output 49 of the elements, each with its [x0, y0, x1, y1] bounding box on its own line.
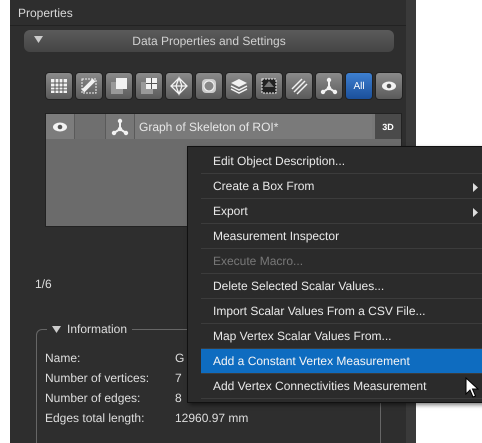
collapse-arrow-icon[interactable] [52, 326, 61, 332]
square-icon [111, 78, 127, 94]
filter-button[interactable] [75, 72, 103, 100]
panel-title: Properties [10, 0, 406, 26]
menu-item[interactable]: Import Scalar Values From a CSV File... [201, 299, 482, 324]
filter-button[interactable] [375, 72, 403, 100]
collapse-arrow-icon[interactable] [34, 36, 43, 43]
lines-icon [291, 78, 308, 95]
visibility-toggle[interactable] [46, 114, 75, 139]
section-header[interactable]: Data Properties and Settings [24, 30, 394, 52]
skeleton-icon [320, 78, 338, 94]
menu-item[interactable]: Create a Box From [201, 174, 482, 199]
info-value: G [175, 351, 184, 365]
menu-item[interactable]: Add a Constant Vertex Measurement [201, 349, 482, 374]
info-value: 8 [175, 391, 182, 405]
layers-icon [230, 79, 248, 94]
filter-button[interactable] [195, 72, 223, 100]
filter-button[interactable] [105, 72, 133, 100]
filter-button[interactable] [315, 72, 343, 100]
info-value: 7 [175, 371, 182, 385]
view-3d-button[interactable]: 3D [375, 114, 401, 139]
eye-icon [382, 82, 396, 90]
skeleton-icon [112, 118, 128, 135]
grid-icon [141, 78, 158, 94]
eye-icon [53, 122, 67, 131]
page-counter: 1/6 [35, 277, 52, 291]
info-label: Number of edges: [45, 391, 140, 405]
filter-button[interactable] [255, 72, 283, 100]
filter-button[interactable]: All [345, 72, 373, 100]
info-label: Edges total length: [45, 411, 144, 425]
filter-button[interactable] [285, 72, 313, 100]
menu-item[interactable]: Edit Object Description... [201, 149, 482, 174]
filter-button[interactable] [45, 72, 73, 100]
diamond-icon [170, 77, 188, 96]
ruler-icon [82, 78, 96, 94]
menu-item[interactable]: Delete Selected Scalar Values... [201, 274, 482, 299]
group-title: Information [67, 322, 128, 336]
mouse-pointer-icon [465, 377, 479, 399]
filter-button[interactable] [165, 72, 193, 100]
filter-button[interactable] [135, 72, 163, 100]
menu-item[interactable]: Export [201, 199, 482, 224]
info-label: Name: [45, 351, 80, 365]
menu-item[interactable]: Measurement Inspector [201, 224, 482, 249]
sphere-icon [202, 79, 216, 93]
filter-button[interactable] [225, 72, 253, 100]
info-label: Number of vertices: [45, 371, 150, 385]
info-value: 12960.97 mm [175, 411, 248, 425]
frame-icon [262, 78, 276, 94]
table-icon [50, 78, 68, 94]
